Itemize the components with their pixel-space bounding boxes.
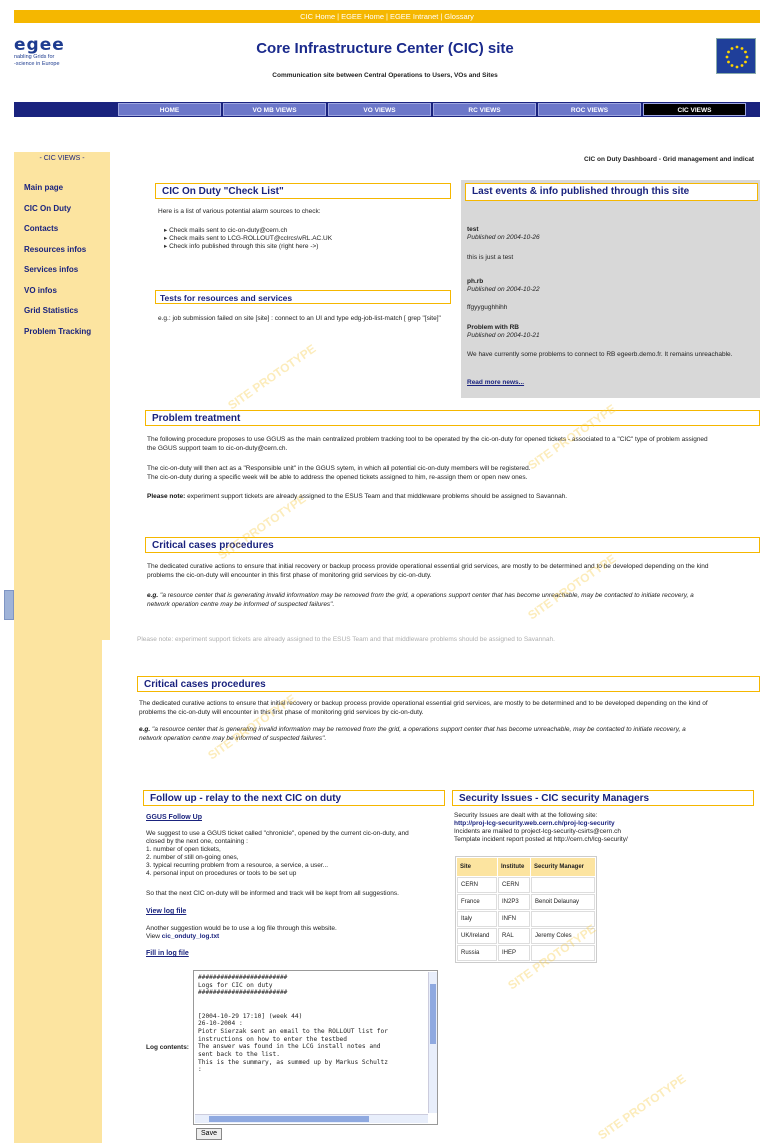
log-vertical-scrollbar[interactable] xyxy=(428,972,437,1113)
critical-example: e.g. "a resource center that is generati… xyxy=(147,592,694,599)
column-header: Institute xyxy=(498,858,530,876)
top-link-egee-home[interactable]: EGEE Home xyxy=(341,12,384,21)
cropped-text-line: Please note: experiment support tickets … xyxy=(137,636,555,643)
fill-log-file-link[interactable]: Fill in log file xyxy=(146,950,189,957)
event-date: Published on 2004-10-21 xyxy=(467,332,540,339)
nav-home[interactable]: HOME xyxy=(118,103,221,116)
view-log-line: View cic_onduty_log.txt xyxy=(146,933,220,940)
critical-text-2: problems the cic-on-duty will encounter … xyxy=(139,709,424,716)
event-body: this is just a test xyxy=(467,254,514,261)
event-date: Published on 2004-10-26 xyxy=(467,234,540,241)
side-tab-icon[interactable] xyxy=(4,590,14,620)
tests-text: e.g.: job submission failed on site [sit… xyxy=(158,315,441,322)
main-nav: HOME VO MB VIEWS VO VIEWS RC VIEWS ROC V… xyxy=(14,102,760,117)
sidebar-title: - CIC VIEWS - xyxy=(39,155,85,162)
critical-example-2: e.g. "a resource center that is generati… xyxy=(139,726,686,733)
top-link-separator: | xyxy=(440,12,443,21)
sidebar-background-lower xyxy=(14,640,102,1143)
top-link-cic-home[interactable]: CIC Home xyxy=(300,12,335,21)
nav-vo-views[interactable]: VO VIEWS xyxy=(328,103,431,116)
critical-title: Critical cases procedures xyxy=(145,537,760,553)
security-text: Template incident report posted at http:… xyxy=(454,836,628,843)
sidebar-item-main-page[interactable]: Main page xyxy=(24,183,91,204)
save-button[interactable]: Save xyxy=(196,1128,222,1140)
followup-list-item: 4. personal input on procedures or tools… xyxy=(146,870,297,877)
table-row: Russia IHEP xyxy=(457,945,595,961)
log-horizontal-scrollbar[interactable] xyxy=(195,1114,428,1123)
checklist-list: Check mails sent to cic-on-duty@cern.ch … xyxy=(164,227,332,251)
event-body: We have currently some problems to conne… xyxy=(467,351,733,358)
checklist-item: Check mails sent to cic-on-duty@cern.ch xyxy=(164,227,332,235)
logo-tagline: -science in Europe xyxy=(14,61,60,67)
followup-outro: So that the next CIC on-duty will be inf… xyxy=(146,890,399,897)
log-contents-textarea[interactable]: ######################## Logs for CIC on… xyxy=(193,970,438,1125)
table-row: France IN2P3 Benoit Delaunay xyxy=(457,894,595,910)
sidebar-item-grid-statistics[interactable]: Grid Statistics xyxy=(24,306,91,327)
problem-text: The cic-on-duty will then act as a "Resp… xyxy=(147,465,531,472)
sidebar-item-cic-on-duty[interactable]: CIC On Duty xyxy=(24,204,91,225)
log-file-link[interactable]: cic_onduty_log.txt xyxy=(162,933,219,940)
table-row: Italy INFN xyxy=(457,911,595,927)
nav-roc-views[interactable]: ROC VIEWS xyxy=(538,103,641,116)
note-label: Please note: xyxy=(147,493,186,500)
checklist-item: Check mails sent to LCG-ROLLOUT@cclrcs\v… xyxy=(164,235,332,243)
sidebar-menu: Main page CIC On Duty Contacts Resources… xyxy=(24,183,91,347)
problem-text: The following procedure proposes to use … xyxy=(147,436,708,443)
critical-text: problems the cic-on-duty will encounter … xyxy=(147,572,432,579)
sidebar-item-resources-infos[interactable]: Resources infos xyxy=(24,245,91,266)
events-title: Last events & info published through thi… xyxy=(465,183,758,201)
column-header: Security Manager xyxy=(531,858,595,876)
event-date: Published on 2004-10-22 xyxy=(467,286,540,293)
problem-note: Please note: experiment support tickets … xyxy=(147,493,567,502)
problem-text: the GGUS support team to cic-on-duty@cer… xyxy=(147,445,288,452)
critical-example: network operation centre may be informed… xyxy=(147,601,335,608)
top-link-glossary[interactable]: Glossary xyxy=(444,12,474,21)
sidebar-item-problem-tracking[interactable]: Problem Tracking xyxy=(24,327,91,348)
critical-title-2: Critical cases procedures xyxy=(137,676,760,692)
followup-title: Follow up - relay to the next CIC on dut… xyxy=(143,790,445,806)
nav-rc-views[interactable]: RC VIEWS xyxy=(433,103,536,116)
egee-logo[interactable]: egee nabling Grids for -science in Europ… xyxy=(14,36,86,80)
tests-title: Tests for resources and services xyxy=(155,290,451,304)
note-text: experiment support tickets are already a… xyxy=(187,493,568,500)
view-log-file-link[interactable]: View log file xyxy=(146,908,186,915)
security-managers-table: Site Institute Security Manager CERN CERN… xyxy=(455,856,597,963)
critical-example-2: network operation centre may be informed… xyxy=(139,735,327,742)
problem-title: Problem treatment xyxy=(145,410,760,426)
table-row: CERN CERN xyxy=(457,877,595,893)
checklist-intro: Here is a list of various potential alar… xyxy=(158,208,321,215)
problem-text: The cic-on-duty during a specific week w… xyxy=(147,474,528,481)
ggus-follow-up-link[interactable]: GGUS Follow Up xyxy=(146,814,202,821)
prototype-watermark: SITE PROTOTYPE xyxy=(595,1071,689,1143)
eu-flag-icon xyxy=(716,38,756,74)
site-subtitle: Communication site between Central Opera… xyxy=(272,72,498,79)
checklist-title: CIC On Duty "Check List" xyxy=(155,183,451,199)
security-title: Security Issues - CIC security Managers xyxy=(452,790,754,806)
event-body: ffgyygughhihh xyxy=(467,304,508,311)
sidebar-item-vo-infos[interactable]: VO infos xyxy=(24,286,91,307)
top-link-separator: | xyxy=(337,12,340,21)
critical-text: The dedicated curative actions to ensure… xyxy=(147,563,709,570)
table-header-row: Site Institute Security Manager xyxy=(457,858,595,876)
critical-text-2: The dedicated curative actions to ensure… xyxy=(139,700,708,707)
nav-vo-mb-views[interactable]: VO MB VIEWS xyxy=(223,103,326,116)
top-links-bar: CIC Home | EGEE Home | EGEE Intranet | Glossar… xyxy=(14,10,760,23)
sidebar-item-contacts[interactable]: Contacts xyxy=(24,224,91,245)
logo-tagline: nabling Grids for xyxy=(14,54,55,60)
logo-word: egee xyxy=(14,35,65,55)
column-header: Site xyxy=(457,858,497,876)
log-contents-label: Log contents: xyxy=(146,1044,189,1051)
table-row: UK/Ireland RAL Jeremy Coles xyxy=(457,928,595,944)
breadcrumb: CIC on Duty Dashboard - Grid management … xyxy=(584,156,755,163)
checklist-item: Check info published through this site (… xyxy=(164,243,332,251)
sidebar-item-services-infos[interactable]: Services infos xyxy=(24,265,91,286)
read-more-news-link[interactable]: Read more news... xyxy=(467,379,524,386)
prototype-watermark: SITE PROTOTYPE xyxy=(225,341,319,413)
site-title: Core Infrastructure Center (CIC) site xyxy=(256,40,514,57)
nav-cic-views[interactable]: CIC VIEWS xyxy=(643,103,746,116)
top-link-egee-intranet[interactable]: EGEE Intranet xyxy=(390,12,438,21)
top-link-separator: | xyxy=(386,12,388,21)
